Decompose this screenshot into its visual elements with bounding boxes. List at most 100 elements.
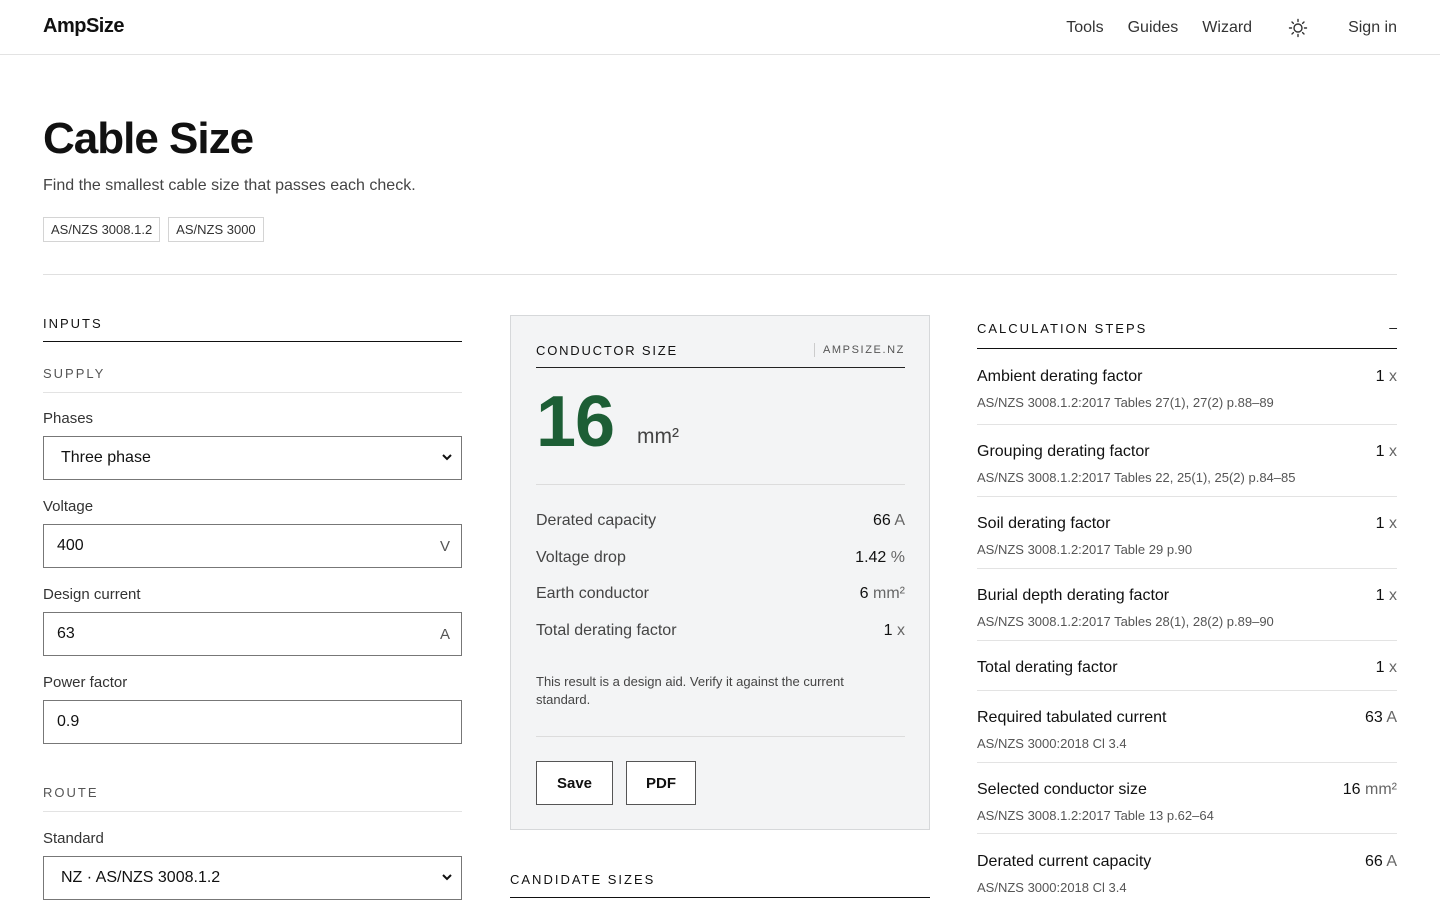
step-value: 63 A [1365,709,1397,727]
row-value: 1 x [884,622,905,640]
step-row: Required tabulated current 63 A AS/NZS 300… [977,690,1397,763]
nav-guides[interactable]: Guides [1128,19,1179,37]
phases-label: Phases [43,410,94,427]
divider [536,736,905,737]
standard-label: Standard [43,830,104,847]
result-row-derating: Total derating factor 1 x [536,622,905,640]
page-subtitle: Find the smallest cable size that passes… [43,177,416,194]
row-unit: % [890,549,905,566]
step-unit: x [1389,443,1397,460]
phases-select[interactable]: Three phase [43,436,462,480]
step-value: 1 x [1376,587,1397,605]
logo[interactable]: AmpSize [43,15,124,38]
step-reference: AS/NZS 3008.1.2:2017 Tables 27(1), 27(2)… [977,395,1274,410]
power-factor-value: 0.9 [57,713,80,730]
row-number: 6 [859,585,869,602]
step-name: Required tabulated current [977,709,1167,726]
result-row-earth: Earth conductor 6 mm² [536,585,905,603]
row-number: 66 [872,512,891,529]
step-value: 66 A [1365,853,1397,871]
step-number: 66 [1364,853,1383,870]
voltage-value: 400 [57,537,84,554]
chevron-down-icon [442,454,452,461]
nav-wizard[interactable]: Wizard [1202,19,1252,37]
step-row: Selected conductor size 16 mm² AS/NZS 3008… [977,762,1397,834]
design-aid-note: This result is a design aid. Verify it a… [536,674,844,707]
step-number: 1 [1375,368,1385,385]
standard-tags: AS/NZS 3008.1.2 AS/NZS 3000 [43,217,272,242]
current-value: 63 [57,625,75,642]
main-nav: Tools Guides Wizard Sign in [1042,0,1397,55]
standard-select[interactable]: NZ · AS/NZS 3008.1.2 [43,856,462,900]
row-unit: mm² [873,585,905,602]
steps-header: CALCULATION STEPS – [977,319,1397,349]
step-name: Soil derating factor [977,515,1111,532]
row-label: Total derating factor [536,622,677,639]
conductor-size-label: CONDUCTOR SIZE [536,343,678,358]
candidate-sizes-heading: CANDIDATE SIZES [510,872,930,898]
step-row: Burial depth derating factor 1 x AS/NZS 30… [977,568,1397,641]
design-current-input[interactable]: 63 A [43,612,462,656]
conductor-size-unit: mm² [637,425,679,448]
supply-heading: SUPPLY [43,366,462,393]
step-row: Soil derating factor 1 x AS/NZS 3008.1.2:2… [977,496,1397,569]
voltage-label: Voltage [43,498,94,515]
step-reference: AS/NZS 3008.1.2:2017 Tables 22, 25(1), 2… [977,470,1296,485]
step-row: Total derating factor 1 x [977,640,1397,691]
row-value: 66 A [873,512,905,530]
inputs-heading: INPUTS [43,316,462,342]
row-unit: x [897,622,905,639]
step-name: Ambient derating factor [977,368,1143,385]
step-name: Burial depth derating factor [977,587,1170,604]
nav-tools[interactable]: Tools [1066,19,1103,37]
result-card-header: CONDUCTOR SIZE AMPSIZE.NZ [536,343,905,368]
phases-value: Three phase [61,449,151,466]
tag-standard-3000: AS/NZS 3000 [168,217,264,242]
step-reference: AS/NZS 3008.1.2:2017 Table 13 p.62–64 [977,808,1214,823]
steps-heading: CALCULATION STEPS [977,321,1148,336]
step-value: 1 x [1376,368,1397,386]
sun-icon[interactable] [1288,18,1308,38]
step-value: 1 x [1376,515,1397,533]
save-button[interactable]: Save [536,761,613,805]
pdf-button[interactable]: PDF [626,761,696,805]
result-row-voltage-drop: Voltage drop 1.42 % [536,549,905,567]
chevron-down-icon [442,874,452,881]
step-number: 63 [1364,709,1383,726]
brand-label: AMPSIZE.NZ [813,343,905,357]
voltage-input[interactable]: 400 V [43,524,462,568]
collapse-toggle[interactable]: – [1389,319,1397,335]
step-unit: mm² [1365,781,1397,798]
voltage-unit: V [439,537,450,555]
step-number: 1 [1375,587,1385,604]
divider [536,484,905,485]
conductor-size-value: 16 [536,382,615,462]
route-heading: ROUTE [43,785,462,812]
inputs-panel: INPUTS SUPPLY Phases Three phase Voltage… [43,316,462,900]
row-value: 1.42 % [855,549,905,567]
signin-link[interactable]: Sign in [1348,19,1397,37]
step-unit: x [1389,587,1397,604]
step-value: 16 mm² [1343,781,1397,799]
step-reference: AS/NZS 3000:2018 Cl 3.4 [977,880,1127,895]
row-number: 1 [883,622,893,639]
page-title: Cable Size [43,114,254,163]
calculation-steps-panel: CALCULATION STEPS – [977,319,1397,349]
step-unit: x [1389,515,1397,532]
power-factor-input[interactable]: 0.9 [43,700,462,744]
tag-standard-3008: AS/NZS 3008.1.2 [43,217,161,242]
row-label: Voltage drop [536,549,626,566]
standard-value: NZ · AS/NZS 3008.1.2 [61,869,221,886]
step-row: Grouping derating factor 1 x AS/NZS 3008.1… [977,424,1397,497]
step-reference: AS/NZS 3008.1.2:2017 Table 29 p.90 [977,542,1193,557]
step-value: 1 x [1376,659,1397,677]
step-number: 16 [1342,781,1361,798]
step-unit: x [1389,368,1397,385]
step-number: 1 [1375,515,1385,532]
power-factor-label: Power factor [43,674,128,691]
step-unit: A [1386,709,1397,726]
row-value: 6 mm² [860,585,905,603]
step-name: Derated current capacity [977,853,1152,870]
top-navbar: AmpSize Tools Guides Wizard Sign in [0,0,1440,55]
step-value: 1 x [1376,443,1397,461]
